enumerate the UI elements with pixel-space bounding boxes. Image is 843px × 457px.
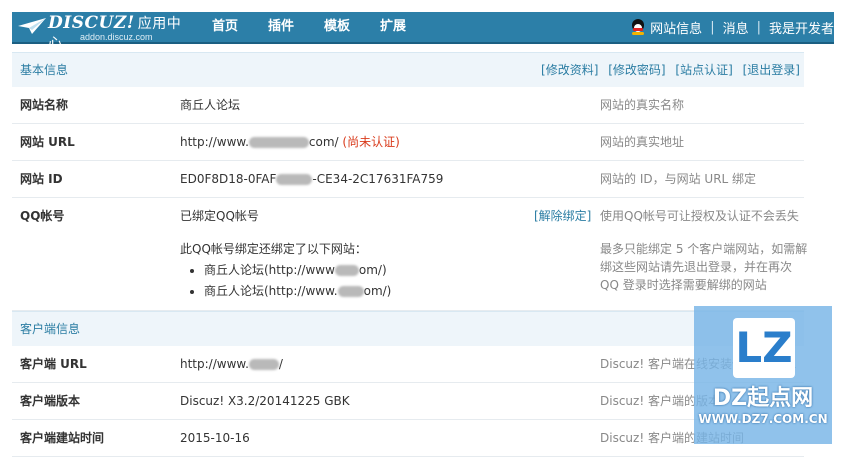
section-title: 客户端信息 (20, 322, 81, 336)
brand-sub-url: addon.discuz.com (80, 32, 153, 42)
redacted-text (337, 286, 364, 297)
bound-sites-intro: 此QQ帐号绑定还绑定了以下网站： (180, 242, 367, 256)
unbind-qq-link[interactable]: [解除绑定] (534, 198, 591, 234)
edit-profile-link[interactable]: [修改资料] (541, 63, 598, 77)
field-label: QQ帐号 (20, 209, 65, 223)
field-label: 客户端建站时间 (20, 431, 105, 445)
redacted-text (248, 137, 309, 148)
watermark-title: DZ起点网 (712, 386, 814, 411)
field-value: http://www. com/ (尚未认证) (180, 135, 400, 149)
field-label: 客户端 URL (20, 357, 87, 371)
client-info-header: 客户端信息 (12, 311, 804, 346)
developer-link[interactable]: 我是开发者 (769, 18, 834, 37)
site-watermark: LZ DZ起点网 WWW.DZ7.COM.CN (694, 306, 832, 444)
menu-home[interactable]: 首页 (212, 12, 238, 42)
field-label: 网站 ID (20, 172, 63, 186)
separator: | (756, 19, 761, 35)
watermark-url: WWW.DZ7.COM.CN (698, 412, 828, 426)
client-url-row: 客户端 URL http://www./ Discuz! 客户端在线安装使用的 … (12, 346, 804, 383)
menu-extensions[interactable]: 扩展 (380, 12, 406, 42)
site-info-panel: 基本信息 [修改资料] [修改密码] [站点认证] [退出登录] 网站名称 商丘… (12, 52, 807, 457)
field-label: 网站名称 (20, 98, 69, 112)
site-url-row: 网站 URL http://www. com/ (尚未认证) 网站的真实地址 (12, 124, 804, 161)
bind-limit-note: 最多只能绑定 5 个客户端网站，如需解绑这些网站请先退出登录，并在再次 QQ 登… (600, 242, 808, 292)
paper-plane-icon (18, 18, 46, 34)
redacted-text (334, 265, 359, 276)
account-actions: [修改资料] [修改密码] [站点认证] [退出登录] (535, 53, 800, 87)
main-navigation: DISCUZ! 应用中心 addon.discuz.com 首页 插件 模板 扩展… (12, 10, 834, 52)
client-created-row: 客户端建站时间 2015-10-16 Discuz! 客户端的建站时间 (12, 420, 804, 457)
logo-letters: LZ (735, 323, 793, 372)
redacted-text (248, 359, 279, 370)
field-label: 客户端版本 (20, 394, 81, 408)
field-value: 2015-10-16 (180, 431, 250, 445)
redacted-text (276, 174, 313, 185)
bound-sites-list: 商丘人论坛(http://wwwom/) 商丘人论坛(http://www.om… (180, 260, 391, 302)
field-value: 商丘人论坛 (180, 98, 241, 112)
field-value: ED0F8D18-0FAF -CE34-2C17631FA759 (180, 172, 444, 186)
field-hint: 使用QQ帐号可让授权及认证不会丢失 (600, 209, 799, 223)
field-hint: 网站的 ID，与网站 URL 绑定 (600, 172, 757, 186)
field-hint: 网站的真实地址 (600, 135, 685, 149)
field-hint: 网站的真实名称 (600, 98, 685, 112)
change-password-link[interactable]: [修改密码] (608, 63, 665, 77)
menu-templates[interactable]: 模板 (324, 12, 350, 42)
client-version-row: 客户端版本 Discuz! X3.2/20141225 GBK Discuz! … (12, 383, 804, 420)
user-links: 网站信息 | 消息 | 我是开发者 (631, 12, 834, 42)
site-id-row: 网站 ID ED0F8D18-0FAF -CE34-2C17631FA759 网站… (12, 161, 804, 198)
site-info-link[interactable]: 网站信息 (650, 18, 702, 37)
menu: 首页 插件 模板 扩展 (212, 12, 436, 42)
list-item: 商丘人论坛(http://www.om/) (204, 281, 391, 302)
menu-plugins[interactable]: 插件 (268, 12, 294, 42)
qq-penguin-icon (631, 19, 645, 35)
basic-info-header: 基本信息 [修改资料] [修改密码] [站点认证] [退出登录] (12, 52, 804, 87)
top-bar: DISCUZ! 应用中心 addon.discuz.com 首页 插件 模板 扩展… (0, 0, 843, 52)
field-value: 已绑定QQ帐号 (180, 209, 259, 223)
site-name-row: 网站名称 商丘人论坛 网站的真实名称 (12, 87, 804, 124)
messages-link[interactable]: 消息 (723, 18, 749, 37)
verification-status: (尚未认证) (342, 135, 400, 149)
qq-account-row: QQ帐号 已绑定QQ帐号 [解除绑定] 使用QQ帐号可让授权及认证不会丢失 此Q… (12, 198, 807, 311)
discuz-logo[interactable]: DISCUZ! 应用中心 addon.discuz.com (14, 10, 194, 52)
field-value: Discuz! X3.2/20141225 GBK (180, 394, 350, 408)
section-title: 基本信息 (20, 63, 69, 77)
list-item: 商丘人论坛(http://wwwom/) (204, 260, 391, 281)
field-label: 网站 URL (20, 135, 75, 149)
logout-link[interactable]: [退出登录] (743, 63, 800, 77)
field-value: http://www. / (180, 357, 283, 371)
separator: | (710, 19, 715, 35)
site-verify-link[interactable]: [站点认证] (675, 63, 732, 77)
watermark-logo: LZ (733, 318, 795, 378)
